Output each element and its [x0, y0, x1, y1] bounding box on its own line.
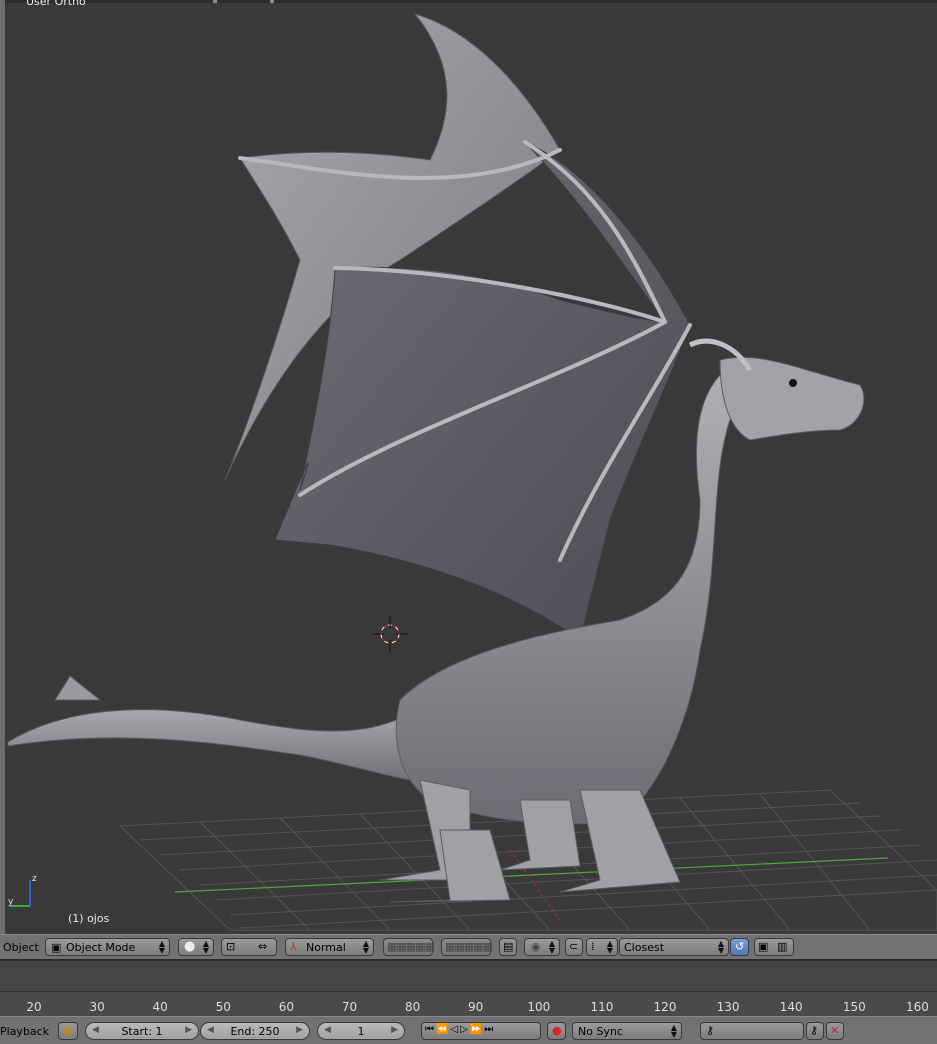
- key-insert-icon: ⚷: [810, 1024, 819, 1037]
- timeline-tick-label: 160: [905, 1000, 929, 1014]
- chevron-updown-icon: ▲ ▼: [606, 939, 613, 955]
- mode-selector[interactable]: ▣ Object Mode ▲ ▼: [45, 938, 170, 956]
- pivot-point-selector[interactable]: ⊡ ⇔: [221, 938, 277, 956]
- camera-render-icon: ▣: [758, 940, 769, 953]
- svg-text:z: z: [32, 874, 37, 884]
- pivot-icon: ⊡: [226, 940, 236, 953]
- timeline-tick-label: 40: [152, 1000, 168, 1014]
- snap-element-selector[interactable]: ⁞ ▲ ▼: [586, 938, 618, 956]
- timeline-tick-label: 140: [779, 1000, 803, 1014]
- layers-icon: ▦▦▦▦▦: [445, 940, 493, 953]
- timeline-tick-label: 120: [653, 1000, 677, 1014]
- timeline-tick-label: 80: [404, 1000, 421, 1014]
- align-rotation-icon: ↺: [735, 940, 745, 953]
- mode-label: Object Mode: [66, 941, 136, 954]
- active-keying-set-field[interactable]: ⚷: [700, 1022, 804, 1040]
- timeline-tick-label: 60: [278, 1000, 295, 1014]
- proportional-edit-selector[interactable]: ◉ ▲ ▼: [524, 938, 560, 956]
- playback-controls[interactable]: ⏮⏪◁▷⏩⏭: [421, 1022, 541, 1040]
- timeline-tick-label: 90: [468, 1000, 484, 1014]
- layers-icon: ▦▦▦▦▦: [387, 940, 435, 953]
- snap-target-label: Closest: [624, 941, 665, 954]
- chevron-updown-icon: ▲ ▼: [670, 1023, 677, 1039]
- sync-label: No Sync: [578, 1025, 623, 1038]
- playback-menu[interactable]: Playback: [0, 1025, 49, 1038]
- axis-gizmo: z y: [8, 874, 37, 907]
- record-icon: ●: [552, 1024, 562, 1037]
- scene-layers-2[interactable]: ▦▦▦▦▦: [441, 938, 493, 956]
- object-cube-icon: ▣: [51, 941, 62, 954]
- lock-icon: ▤: [503, 940, 514, 953]
- 3d-cursor: [372, 616, 408, 652]
- chevron-updown-icon: ▲ ▼: [548, 939, 555, 955]
- snap-target-selector[interactable]: Closest ▲ ▼: [619, 938, 729, 956]
- timeline-tick-label: 100: [527, 1000, 551, 1014]
- snap-toggle[interactable]: ⊂: [565, 938, 583, 956]
- key-icon: ⚷: [706, 1024, 715, 1037]
- snap-element-icon: ⁞: [591, 940, 595, 953]
- timeline-header: Playback ◉ ◀ Start: 1 ▶ ◀ End: 250 ▶ ◀ 1…: [0, 1016, 937, 1044]
- chevron-updown-icon: ▲ ▼: [717, 939, 724, 955]
- chevron-updown-icon: ▲ ▼: [158, 939, 165, 955]
- chevron-updown-icon: ▲ ▼: [362, 939, 369, 955]
- orientation-label: Normal: [306, 941, 346, 954]
- shading-sphere-icon: ●: [184, 939, 196, 954]
- transport-icons: ⏮⏪◁▷⏩⏭: [425, 1024, 496, 1035]
- scene-layers-1[interactable]: ▦▦▦▦▦: [383, 938, 435, 956]
- start-frame-field[interactable]: ◀ Start: 1 ▶: [85, 1022, 199, 1040]
- object-menu[interactable]: Object: [3, 941, 39, 954]
- transform-orientation-selector[interactable]: ⅄ Normal ▲ ▼: [285, 938, 374, 956]
- timeline-tick-label: 30: [89, 1000, 105, 1014]
- 3d-view-header: Object ▣ Object Mode ▲ ▼ ● ▲ ▼ ⊡ ⇔ ⅄ Norma…: [0, 934, 937, 960]
- delete-keyframe-button[interactable]: ✕: [826, 1022, 844, 1040]
- proportional-circle-icon: ◉: [531, 940, 541, 953]
- viewport-shading-selector[interactable]: ● ▲ ▼: [178, 938, 214, 956]
- align-rotation-toggle[interactable]: ↺: [730, 938, 749, 956]
- timeline-tick-labels: 20 30 40 50 60 70 80 90 100 110 120 130 140 150 160: [0, 1000, 937, 1016]
- timeline-tick-label: 110: [590, 1000, 614, 1014]
- scene-render: z y: [7, 13, 937, 931]
- render-buttons[interactable]: ▣ ▥: [754, 938, 794, 956]
- manipulator-toggle-icon: ⇔: [258, 940, 268, 953]
- chevron-right-icon: ▶: [185, 1025, 192, 1035]
- key-delete-icon: ✕: [830, 1024, 840, 1037]
- manipulator-axes-icon: ⅄: [290, 940, 297, 953]
- svg-text:y: y: [8, 897, 14, 907]
- keying-icon: ◉: [63, 1024, 73, 1037]
- keying-set-button[interactable]: ◉: [58, 1022, 78, 1040]
- timeline-tick-label: 150: [842, 1000, 866, 1014]
- chevron-right-icon: ▶: [391, 1025, 398, 1035]
- timeline-tick-label: 130: [716, 1000, 740, 1014]
- current-frame-field[interactable]: ◀ 1 ▶: [317, 1022, 405, 1040]
- timeline-tick-label: 70: [341, 1000, 358, 1014]
- lock-camera-button[interactable]: ▤: [499, 938, 517, 956]
- clapper-render-icon: ▥: [777, 940, 788, 953]
- active-object-label: (1) ojos: [68, 912, 110, 925]
- chevron-right-icon: ▶: [296, 1025, 303, 1035]
- snap-magnet-icon: ⊂: [569, 940, 579, 953]
- timeline-tick-label: 50: [215, 1000, 231, 1014]
- insert-keyframe-button[interactable]: ⚷: [806, 1022, 824, 1040]
- timeline-area[interactable]: 20 30 40 50 60 70 80 90 100 110 120 130 140 150 160: [0, 959, 937, 1017]
- record-button[interactable]: ●: [547, 1022, 566, 1040]
- timeline-tick-label: 20: [26, 1000, 42, 1014]
- chevron-updown-icon: ▲ ▼: [202, 939, 209, 955]
- end-frame-field[interactable]: ◀ End: 250 ▶: [200, 1022, 310, 1040]
- 3d-viewport[interactable]: User Ortho z y (1) ojos: [0, 0, 937, 934]
- sync-mode-selector[interactable]: No Sync ▲ ▼: [572, 1022, 682, 1040]
